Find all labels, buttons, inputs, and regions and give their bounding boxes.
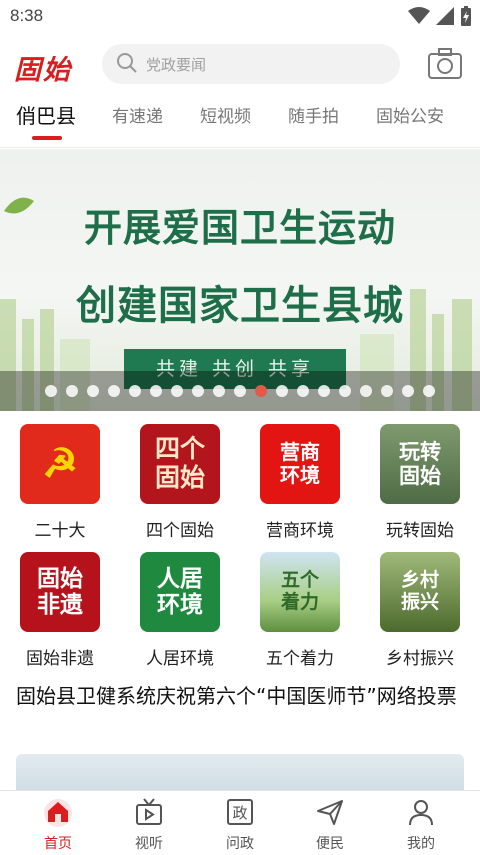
tab-short-video[interactable]: 短视频: [200, 102, 251, 127]
send-icon: [317, 800, 343, 825]
grid-label: 四个固始: [146, 521, 214, 541]
nav-convenience[interactable]: 便民: [300, 797, 360, 853]
nav-mine[interactable]: 我的: [391, 797, 451, 853]
nav-home[interactable]: 首页: [28, 797, 88, 853]
play-gushi-icon: 玩转 固始: [380, 424, 460, 504]
banner-headline-1: 开展爱国卫生运动: [83, 205, 396, 250]
nav-label: 便民: [316, 836, 344, 852]
carousel-dot[interactable]: [192, 385, 204, 397]
carousel-dot[interactable]: [45, 385, 57, 397]
carousel-dot[interactable]: [339, 385, 351, 397]
tab-qiaobaxian[interactable]: 俏巴县: [16, 100, 76, 129]
nav-politics[interactable]: 政 问政: [210, 797, 270, 853]
nav-label: 我的: [407, 836, 435, 852]
banner-carousel[interactable]: 开展爱国卫生运动 创建国家卫生县城 共建 共创 共享: [0, 149, 480, 411]
carousel-dot[interactable]: [150, 385, 162, 397]
carousel-dot[interactable]: [255, 385, 267, 397]
news-thumbnail[interactable]: [16, 754, 464, 794]
status-bar: 8:38: [0, 0, 480, 34]
carousel-dot[interactable]: [381, 385, 393, 397]
search-icon: [117, 53, 137, 73]
wifi-icon: [408, 7, 430, 24]
channel-tabs: 俏巴县 有速递 短视频 随手拍 固始公安: [0, 94, 480, 148]
carousel-dot[interactable]: [213, 385, 225, 397]
active-tab-indicator: [32, 136, 62, 140]
app-logo[interactable]: 固始: [14, 48, 72, 87]
bottom-navigation: 首页 视听 政 问政 便民 我的: [0, 790, 480, 855]
grid-item-heritage[interactable]: 固始 非遗 固始非遗: [0, 542, 120, 670]
tab-public-security[interactable]: 固始公安: [376, 102, 444, 127]
nav-label: 视听: [135, 836, 163, 852]
four-gushi-icon: 四个 固始: [140, 424, 220, 504]
grid-item-five-efforts[interactable]: 五个 着力 五个着力: [240, 542, 360, 670]
five-efforts-icon: 五个 着力: [260, 552, 340, 632]
search-bar[interactable]: 党政要闻: [102, 44, 400, 84]
camera-icon[interactable]: [428, 48, 462, 80]
party-emblem-icon: ☭: [20, 424, 100, 504]
battery-icon: [461, 6, 471, 26]
carousel-dot[interactable]: [423, 385, 435, 397]
carousel-dot[interactable]: [108, 385, 120, 397]
carousel-dot[interactable]: [66, 385, 78, 397]
carousel-dot[interactable]: [402, 385, 414, 397]
grid-label: 营商环境: [266, 521, 334, 541]
grid-label: 固始非遗: [26, 649, 94, 669]
carousel-dot[interactable]: [360, 385, 372, 397]
grid-label: 人居环境: [146, 649, 214, 669]
rural-revitalization-icon: 乡村 振兴: [380, 552, 460, 632]
grid-label: 玩转固始: [386, 521, 454, 541]
carousel-dot[interactable]: [318, 385, 330, 397]
grid-item-living[interactable]: 人居 环境 人居环境: [120, 542, 240, 670]
search-placeholder: 党政要闻: [146, 56, 207, 74]
carousel-dot[interactable]: [276, 385, 288, 397]
carousel-dot[interactable]: [171, 385, 183, 397]
user-icon: [409, 800, 433, 826]
nav-label: 问政: [226, 836, 254, 852]
carousel-dot[interactable]: [234, 385, 246, 397]
grid-label: 乡村振兴: [386, 649, 454, 669]
svg-text:政: 政: [232, 804, 247, 822]
nav-label: 首页: [44, 836, 72, 852]
living-environment-icon: 人居 环境: [140, 552, 220, 632]
home-icon: [44, 799, 72, 827]
politics-icon: 政: [227, 799, 253, 825]
grid-label: 二十大: [34, 521, 86, 541]
heritage-icon: 固始 非遗: [20, 552, 100, 632]
tab-express[interactable]: 有速递: [112, 102, 163, 127]
status-time: 8:38: [10, 6, 44, 25]
tv-icon: [136, 798, 162, 825]
grid-item-business[interactable]: 营商 环境 营商环境: [240, 414, 360, 542]
carousel-dot[interactable]: [297, 385, 309, 397]
carousel-dot[interactable]: [87, 385, 99, 397]
grid-item-ershida[interactable]: ☭ 二十大: [0, 414, 120, 542]
carousel-dot[interactable]: [129, 385, 141, 397]
app-header: 固始 党政要闻: [0, 34, 480, 94]
news-headline[interactable]: 固始县卫健系统庆祝第六个“中国医师节”网络投票: [16, 680, 468, 713]
nav-media[interactable]: 视听: [119, 797, 179, 853]
carousel-indicator: [0, 371, 480, 411]
grid-item-four-gushi[interactable]: 四个 固始 四个固始: [120, 414, 240, 542]
grid-label: 五个着力: [266, 649, 334, 669]
grid-item-play-gushi[interactable]: 玩转 固始 玩转固始: [360, 414, 480, 542]
grid-item-rural[interactable]: 乡村 振兴 乡村振兴: [360, 542, 480, 670]
business-environment-icon: 营商 环境: [260, 424, 340, 504]
signal-icon: [436, 7, 454, 25]
tab-snapshot[interactable]: 随手拍: [288, 102, 339, 127]
banner-headline-2: 创建国家卫生县城: [76, 282, 404, 329]
status-icons: [408, 6, 472, 26]
